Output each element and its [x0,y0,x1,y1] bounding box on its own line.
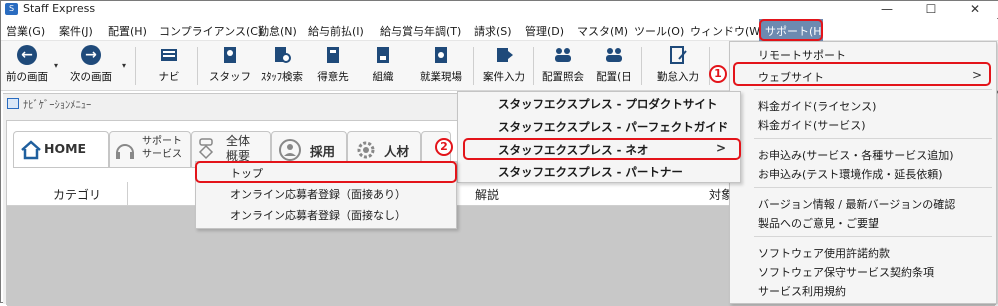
menu-sales[interactable]: 営業(G) [6,23,45,39]
menu-bar: 営業(G) 案件(J) 配置(H) コンプライアンス(C) 勤怠(N) 給与前払… [1,19,998,41]
back-label: 前の画面 [6,71,48,83]
home-icon [21,140,41,160]
attendance-input-button[interactable]: 勤怠入力 [651,43,705,89]
menu-separator [754,187,992,188]
app-icon: S [5,3,18,15]
menu-case[interactable]: 案件(J) [59,23,93,39]
worksite-button[interactable]: 就業現場 [415,43,467,89]
toolbar-divider [197,47,198,85]
maximize-button[interactable]: ☐ [909,1,953,18]
highlight-top-item [195,161,457,183]
navi-button[interactable]: ナビ [149,43,189,89]
staff-search-button[interactable]: ｽﾀｯﾌ検索 [257,43,307,89]
client-label: 得意先 [317,71,349,83]
arrow-left-icon: ← [17,45,37,65]
headset-icon [116,144,134,159]
title-bar: S Staff Express — ☐ ✕ [1,1,998,18]
arrow-right-icon: → [81,45,101,65]
close-button[interactable]: ✕ [953,1,997,18]
toolbar-divider [533,47,534,85]
forward-label: 次の画面 [70,71,112,83]
window-icon [7,98,19,109]
worksite-label: 就業現場 [420,71,462,83]
client-button[interactable]: 得意先 [311,43,355,89]
menu-separator [754,138,992,139]
menu-window[interactable]: ウィンドウ(W) [690,23,764,39]
minimize-button[interactable]: — [865,1,909,18]
highlight-website-item [733,62,991,86]
forward-button[interactable]: → 次の画面 [65,43,117,89]
menu-master[interactable]: マスタ(M) [577,23,628,39]
placement-inquiry-button[interactable]: 配置照会 [537,43,589,89]
staff-label: スタッフ [209,71,251,83]
attendance-input-label: 勤怠入力 [657,71,699,83]
step-badge-1: 1 [709,65,727,83]
navi-label: ナビ [158,71,180,83]
placement-inquiry-label: 配置照会 [542,71,584,83]
back-dropdown-icon[interactable]: ▾ [54,61,58,70]
highlight-neo-item [463,138,741,160]
menu-separator [754,89,992,90]
website-submenu: スタッフエクスプレス - プロダクトサイト スタッフエクスプレス - パーフェク… [457,91,741,183]
tab-support-label-2: サービス [142,149,182,160]
menu-separator [754,236,992,237]
menu-billing[interactable]: 請求(S) [474,23,512,39]
menu-placement[interactable]: 配置(H) [108,23,147,39]
toolbar-divider [135,47,136,85]
people-group-icon [555,48,571,62]
case-input-icon [497,48,513,62]
gear-people-icon [357,141,375,159]
tab-support-label-1: サポート [142,136,182,147]
column-divider [127,182,128,206]
tab-support-service[interactable]: サポート サービス [109,131,191,167]
case-input-button[interactable]: 案件入力 [479,43,529,89]
keyboard-icon [161,49,177,61]
toolbar-divider [641,47,642,85]
toolbar-divider [473,47,474,85]
tab-home[interactable]: HOME [13,131,109,167]
org-button[interactable]: 組織 [363,43,403,89]
person-search-icon [279,139,301,161]
column-description[interactable]: 解説 [475,186,499,203]
forward-dropdown-icon[interactable]: ▾ [122,61,126,70]
menu-attendance[interactable]: 勤怠(N) [258,23,297,39]
step-badge-2: 2 [435,138,453,156]
menu-payroll[interactable]: 給与賞与年調(T) [380,23,461,39]
app-window: S Staff Express — ☐ ✕ 営業(G) 案件(J) 配置(H) … [0,0,998,306]
tab-hr-label: 人材 [384,144,410,159]
flowchart-icon [198,138,214,160]
staff-search-label: ｽﾀｯﾌ検索 [261,71,303,83]
tab-overview-label-1: 全体 [226,134,251,148]
staff-card-icon [224,47,236,63]
org-card-icon [377,47,389,63]
placement-day-label: 配置(日 [596,71,632,83]
placement-day-button[interactable]: 配置(日 [591,43,637,89]
people-group-icon [606,48,622,62]
back-button[interactable]: ← 前の画面 [3,43,51,89]
staff-button[interactable]: スタッフ [207,43,253,89]
tab-recruit-label: 採用 [310,144,336,159]
menu-compliance[interactable]: コンプライアンス(C) [159,23,262,39]
menu-advance-pay[interactable]: 給与前払(I) [308,23,364,39]
edit-document-icon [670,46,687,64]
case-input-label: 案件入力 [483,71,525,83]
worksite-card-icon [435,47,447,63]
client-card-icon [327,47,339,63]
highlight-support-menu [759,19,823,41]
menu-tools[interactable]: ツール(O) [634,23,684,39]
org-label: 組織 [372,71,394,83]
staff-search-icon [275,47,291,63]
window-title: Staff Express [23,2,96,15]
tab-home-label: HOME [44,141,87,156]
navigation-window-title: ﾅﾋﾞｹﾞｰｼｮﾝﾒﾆｭｰ [23,99,92,111]
menu-admin[interactable]: 管理(D) [525,23,564,39]
column-category[interactable]: カテゴリ [53,186,101,203]
